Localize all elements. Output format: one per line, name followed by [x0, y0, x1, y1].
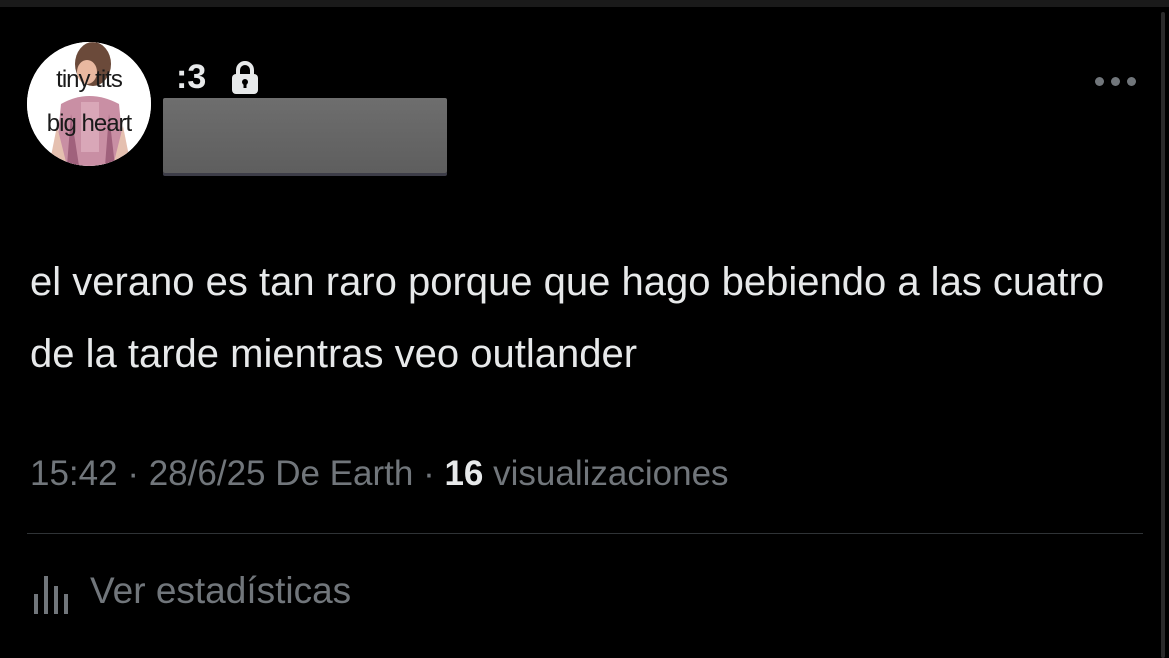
- avatar-photo: [27, 42, 151, 166]
- bar-chart-icon: [34, 576, 68, 614]
- more-options-button[interactable]: [1093, 68, 1139, 94]
- view-stats-label: Ver estadísticas: [90, 570, 352, 611]
- more-horizontal-icon-dot: [1111, 77, 1120, 86]
- scrollbar[interactable]: [1161, 12, 1165, 658]
- lock-icon: [232, 61, 258, 94]
- tweet-date-source[interactable]: 28/6/25 De Earth: [149, 454, 414, 493]
- tweet-metadata: 15:42 · 28/6/25 De Earth · 16 visualizac…: [30, 452, 729, 496]
- more-horizontal-icon: [1095, 77, 1104, 86]
- avatar-caption-line1: tiny tits: [56, 66, 123, 93]
- more-horizontal-icon-dot: [1127, 77, 1136, 86]
- divider: [27, 533, 1143, 534]
- views-label: visualizaciones: [493, 454, 729, 493]
- avatar-caption-line2: big heart: [46, 110, 132, 137]
- display-name[interactable]: :3: [176, 60, 206, 94]
- meta-separator: ·: [423, 454, 435, 493]
- top-edge: [0, 0, 1169, 7]
- tweet-text: el verano es tan raro porque que hago be…: [30, 260, 1105, 376]
- tweet-time[interactable]: 15:42: [30, 454, 118, 493]
- view-count: 16: [444, 454, 484, 493]
- meta-separator: ·: [127, 454, 139, 493]
- avatar[interactable]: tiny tits big heart: [27, 42, 151, 166]
- username-redaction: [163, 98, 447, 173]
